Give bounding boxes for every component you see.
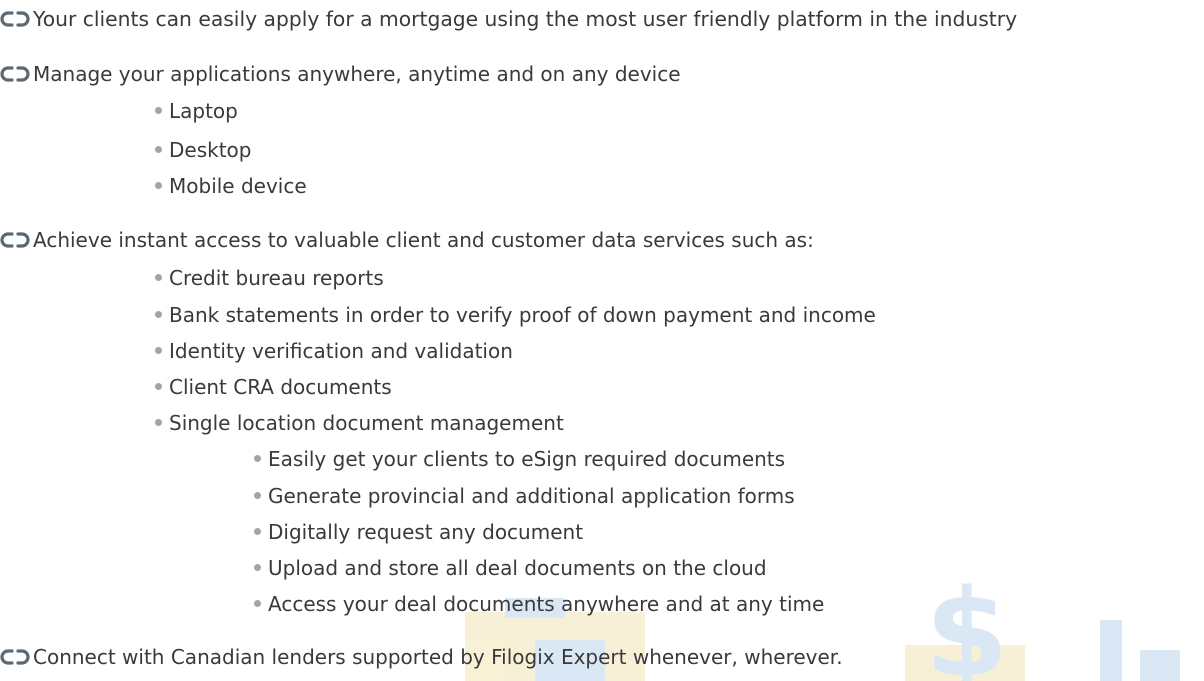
feature-text: Manage your applications anywhere, anyti…: [33, 62, 681, 86]
list-item-label: Single location document management: [169, 411, 564, 435]
bullet-icon: [155, 383, 162, 390]
bullet-icon: [254, 528, 261, 535]
bullet-icon: [155, 107, 162, 114]
sub-list-item: Generate provincial and additional appli…: [254, 482, 795, 510]
list-item: Identity verification and validation: [155, 337, 513, 365]
list-item-label: Bank statements in order to verify proof…: [169, 303, 876, 327]
bullet-icon: [254, 455, 261, 462]
list-item-label: Mobile device: [169, 174, 307, 198]
list-item-label: Credit bureau reports: [169, 266, 384, 290]
bullet-icon: [155, 146, 162, 153]
sub-list-item: Upload and store all deal documents on t…: [254, 554, 767, 582]
bullet-icon: [155, 347, 162, 354]
feature-text: Your clients can easily apply for a mort…: [33, 7, 1018, 31]
list-item: Laptop: [155, 97, 238, 125]
link-icon: [0, 649, 30, 665]
list-item: Desktop: [155, 136, 251, 164]
bullet-icon: [155, 274, 162, 281]
bullet-icon: [254, 600, 261, 607]
list-item-label: Laptop: [169, 99, 238, 123]
list-item-label: Access your deal documents anywhere and …: [268, 592, 825, 616]
list-item-label: Generate provincial and additional appli…: [268, 484, 795, 508]
list-item: Credit bureau reports: [155, 264, 384, 292]
bullet-icon: [155, 182, 162, 189]
list-item: Bank statements in order to verify proof…: [155, 301, 876, 329]
list-item: Mobile device: [155, 172, 307, 200]
list-item: Single location document management: [155, 409, 564, 437]
bullet-icon: [254, 492, 261, 499]
feature-text: Achieve instant access to valuable clien…: [33, 228, 814, 252]
link-icon: [0, 232, 30, 248]
list-item-label: Easily get your clients to eSign require…: [268, 447, 786, 471]
list-item-label: Upload and store all deal documents on t…: [268, 556, 767, 580]
bullet-icon: [155, 311, 162, 318]
list-item-label: Digitally request any document: [268, 520, 584, 544]
link-icon: [0, 66, 30, 82]
sub-list-item: Access your deal documents anywhere and …: [254, 590, 824, 618]
bullet-icon: [254, 564, 261, 571]
svg-text:$: $: [925, 565, 1009, 681]
sub-list-item: Digitally request any document: [254, 518, 583, 546]
feature-text: Connect with Canadian lenders supported …: [33, 645, 843, 669]
list-item: Client CRA documents: [155, 373, 392, 401]
sub-list-item: Easily get your clients to eSign require…: [254, 445, 785, 473]
list-item-label: Client CRA documents: [169, 375, 392, 399]
link-icon: [0, 11, 30, 27]
list-item-label: Desktop: [169, 138, 252, 162]
list-item-label: Identity verification and validation: [169, 339, 513, 363]
bullet-icon: [155, 419, 162, 426]
